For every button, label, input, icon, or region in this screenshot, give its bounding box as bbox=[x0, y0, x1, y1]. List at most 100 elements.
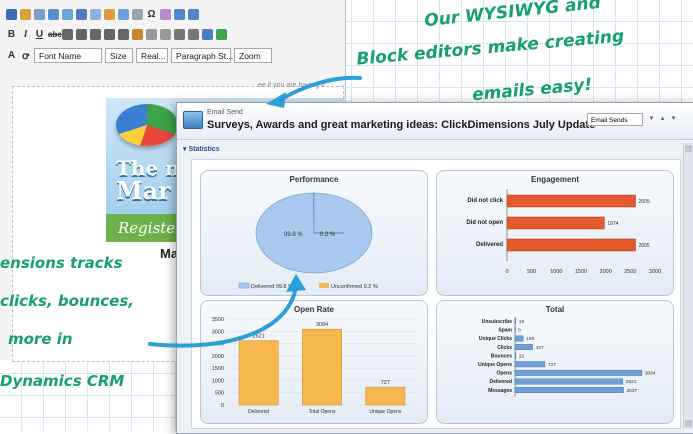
omega-icon[interactable]: Ω bbox=[146, 9, 157, 20]
open-rate-bar bbox=[365, 386, 406, 406]
total-bar bbox=[514, 326, 516, 333]
undo-icon[interactable] bbox=[174, 8, 185, 20]
engagement-category-label: Did not open bbox=[466, 220, 503, 226]
engagement-tick-label: 1000 bbox=[550, 269, 562, 275]
legend-delivered: Delivered 99.8 % bbox=[251, 284, 293, 290]
total-bar bbox=[514, 335, 524, 342]
email-subject-title: Surveys, Awards and great marketing idea… bbox=[207, 119, 596, 131]
link-icon[interactable] bbox=[202, 28, 213, 40]
open-rate-tick-label: 3000 bbox=[212, 329, 224, 335]
engagement-tick-label: 500 bbox=[527, 269, 536, 275]
statistics-section-toggle[interactable]: ▾ Statistics bbox=[183, 145, 220, 153]
editor-toolbar-row-3: A ꝍ Font Name Size Real... Paragraph St.… bbox=[0, 45, 345, 65]
legend-swatch-unconfirmed bbox=[319, 283, 329, 288]
block-icon[interactable] bbox=[118, 28, 129, 40]
total-category-label: Unique Opens bbox=[478, 362, 512, 368]
scroll-up-icon[interactable] bbox=[685, 145, 692, 152]
legend-unconfirmed: Unconfirmed 0.2 % bbox=[331, 284, 378, 290]
total-value-label: 22 bbox=[519, 353, 525, 359]
open-rate-tick-label: 500 bbox=[215, 391, 224, 397]
open-rate-category-label: Total Opens bbox=[309, 409, 336, 415]
box-icon[interactable] bbox=[132, 8, 143, 20]
table-icon[interactable] bbox=[118, 8, 129, 20]
open-rate-tick-label: 3500 bbox=[212, 317, 224, 323]
performance-chart-panel: Performance 99.8 % 0.2 % Delivered 99.8 % U… bbox=[200, 170, 428, 296]
open-rate-value-label: 3084 bbox=[316, 322, 328, 328]
redo-icon[interactable] bbox=[188, 8, 199, 20]
paste-icon[interactable] bbox=[62, 8, 73, 20]
highlight-icon[interactable]: ꝍ bbox=[20, 48, 31, 62]
annotation-tracks-line-4: Dynamics CRM bbox=[0, 372, 125, 390]
format-icon[interactable] bbox=[132, 28, 143, 40]
special-icon[interactable] bbox=[160, 8, 171, 20]
banner-line-2: Mar bbox=[116, 176, 171, 205]
total-value-label: 198 bbox=[526, 336, 534, 342]
open-rate-tick-label: 2000 bbox=[212, 354, 224, 360]
open-rate-tick-label: 0 bbox=[221, 403, 224, 409]
bold-icon[interactable]: B bbox=[6, 29, 17, 40]
open-rate-tick-label: 1000 bbox=[212, 378, 224, 384]
performance-chart: 99.8 % 0.2 %Delivered 99.8 % Unconfirmed 0… bbox=[238, 192, 378, 290]
vertical-scrollbar[interactable] bbox=[683, 143, 693, 429]
align-left-icon[interactable] bbox=[62, 28, 73, 40]
font-size-select[interactable]: Size bbox=[105, 47, 133, 63]
engagement-bar bbox=[506, 194, 636, 208]
align-right-icon[interactable] bbox=[90, 28, 101, 40]
globe-icon[interactable] bbox=[216, 28, 227, 40]
total-category-label: Bounces bbox=[491, 353, 512, 359]
paste-word-icon[interactable] bbox=[90, 8, 101, 20]
scroll-down-icon[interactable] bbox=[685, 420, 692, 427]
dropdown-arrow-icon[interactable]: ▾ bbox=[647, 114, 656, 124]
open-rate-category-label: Delivered bbox=[248, 409, 269, 415]
engagement-chart-panel: Engagement Did not click 2605 Did not open… bbox=[436, 170, 674, 296]
strike-icon[interactable]: abc bbox=[48, 30, 62, 39]
total-category-label: Messages bbox=[488, 388, 512, 394]
paragraph-style-select[interactable]: Paragraph St... bbox=[171, 47, 233, 63]
align-center-icon[interactable] bbox=[76, 28, 87, 40]
pie-label-delivered: 99.8 % bbox=[284, 232, 303, 238]
total-bar bbox=[514, 378, 624, 385]
open-rate-bar bbox=[302, 328, 342, 406]
image-icon[interactable] bbox=[104, 8, 115, 20]
outdent-icon[interactable] bbox=[160, 28, 171, 40]
total-bar bbox=[514, 387, 624, 394]
engagement-bar bbox=[506, 216, 605, 230]
engagement-value-label: 2605 bbox=[639, 199, 650, 205]
paste-text-icon[interactable] bbox=[76, 8, 87, 20]
list-number-icon[interactable] bbox=[188, 28, 199, 40]
previous-record-icon[interactable]: ▴ bbox=[658, 114, 667, 124]
italic-icon[interactable]: I bbox=[20, 29, 31, 40]
copy-icon[interactable] bbox=[48, 8, 59, 20]
total-category-label: Spam bbox=[498, 328, 512, 334]
open-rate-value-label: 727 bbox=[381, 380, 390, 386]
justify-icon[interactable] bbox=[104, 28, 115, 40]
email-sends-dropdown[interactable]: Email Sends bbox=[587, 113, 643, 126]
total-bar bbox=[514, 344, 533, 350]
open-rate-tick-label: 1500 bbox=[212, 366, 224, 372]
save-icon[interactable] bbox=[6, 8, 17, 20]
engagement-value-label: 2605 bbox=[639, 243, 650, 249]
total-category-label: Delivered bbox=[489, 379, 512, 385]
font-name-select[interactable]: Font Name bbox=[34, 47, 102, 63]
statistics-label: Statistics bbox=[188, 146, 220, 153]
zoom-select[interactable]: Zoom bbox=[234, 47, 272, 63]
total-value-label: 2621 bbox=[626, 379, 637, 385]
list-bullet-icon[interactable] bbox=[174, 28, 185, 40]
underline-icon[interactable]: U bbox=[34, 29, 45, 40]
total-bar bbox=[514, 352, 517, 359]
open-rate-chart-panel: Open Rate 0 500 1000 1500 2000 2500 3000 3500 26… bbox=[200, 300, 428, 424]
total-value-label: 3084 bbox=[645, 371, 656, 377]
edit-icon[interactable] bbox=[20, 8, 31, 20]
engagement-tick-label: 3000 bbox=[649, 269, 661, 275]
next-record-icon[interactable]: ▾ bbox=[669, 114, 678, 124]
indent-icon[interactable] bbox=[146, 28, 157, 40]
cut-icon[interactable] bbox=[34, 8, 45, 20]
real-select[interactable]: Real... bbox=[136, 47, 168, 63]
pie-logo-icon bbox=[116, 104, 178, 146]
engagement-category-label: Did not click bbox=[467, 198, 503, 204]
total-value-label: 727 bbox=[548, 362, 556, 368]
engagement-tick-label: 0 bbox=[505, 269, 508, 275]
engagement-category-label: Delivered bbox=[476, 242, 503, 248]
font-color-icon[interactable]: A bbox=[6, 50, 17, 61]
total-bar bbox=[514, 318, 516, 325]
